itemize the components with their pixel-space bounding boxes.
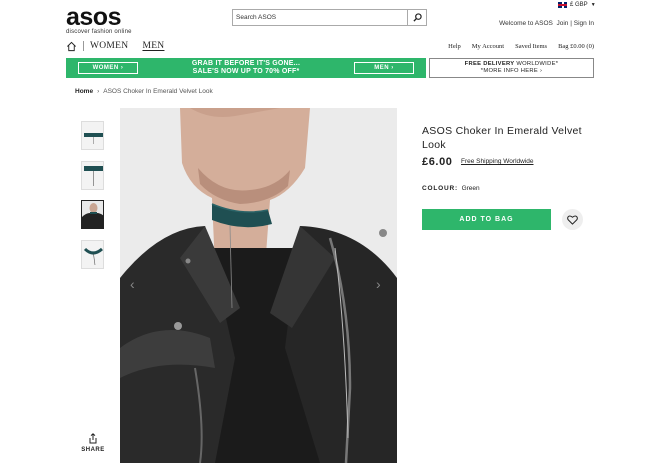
- free-delivery-banner[interactable]: FREE DELIVERY WORLDWIDE* *MORE INFO HERE…: [429, 58, 594, 78]
- product-title: ASOS Choker In Emerald Velvet Look: [422, 125, 582, 151]
- share-label: SHARE: [81, 447, 105, 453]
- uk-flag-icon: [558, 2, 567, 8]
- promo-women-button[interactable]: WOMEN ›: [78, 62, 138, 74]
- nav-women[interactable]: WOMEN: [90, 41, 128, 51]
- thumbnail-2[interactable]: [81, 161, 104, 190]
- help-link[interactable]: Help: [448, 43, 461, 50]
- promo-line-1: GRAB IT BEFORE IT'S GONE...: [191, 60, 301, 67]
- promo-text: GRAB IT BEFORE IT'S GONE... SALE'S NOW U…: [192, 60, 300, 76]
- saved-items-link[interactable]: Saved Items: [515, 43, 547, 50]
- search-icon: [412, 13, 422, 22]
- heart-icon: [567, 215, 578, 225]
- free-shipping-link[interactable]: Free Shipping Worldwide: [461, 158, 534, 165]
- breadcrumb-home[interactable]: Home: [75, 88, 93, 95]
- bag-link[interactable]: Bag £0.00 (0): [558, 43, 594, 50]
- previous-image-arrow-icon[interactable]: ‹: [130, 276, 135, 292]
- model-thumbnail-image: [82, 201, 103, 228]
- product-price: £6.00: [422, 156, 453, 168]
- delivery-bold: FREE DELIVERY: [464, 61, 515, 67]
- promo-line-2: SALE'S NOW UP TO 70% OFF*: [192, 68, 300, 75]
- product-thumbnail-image: [82, 241, 103, 268]
- delivery-line-1: FREE DELIVERY WORLDWIDE*: [430, 61, 593, 68]
- currency-label: £ GBP: [570, 2, 588, 8]
- main-product-image[interactable]: ‹ ›: [120, 108, 397, 463]
- colour-label: COLOUR:: [422, 185, 458, 192]
- asos-logo[interactable]: asos discover fashion online: [66, 3, 132, 36]
- search-button[interactable]: [407, 10, 426, 25]
- product-thumbnail-image: [82, 122, 103, 149]
- join-link[interactable]: Join: [556, 20, 568, 27]
- nav-divider: [83, 41, 84, 51]
- search-bar: [232, 9, 427, 26]
- nav-men[interactable]: MEN: [142, 41, 164, 51]
- promo-men-button[interactable]: MEN ›: [354, 62, 414, 74]
- breadcrumb-current: ASOS Choker In Emerald Velvet Look: [103, 88, 213, 95]
- thumbnail-1[interactable]: [81, 121, 104, 150]
- caret-down-icon: ▼: [590, 2, 596, 8]
- breadcrumb-separator: ›: [97, 88, 100, 95]
- colour-info: COLOUR: Green: [422, 185, 480, 192]
- logo-wordmark: asos: [66, 3, 121, 31]
- model-wearing-choker-image: [120, 108, 397, 463]
- main-nav: WOMEN MEN: [66, 39, 178, 53]
- account-separator: |: [570, 20, 572, 27]
- welcome-text: Welcome to ASOS: [499, 20, 553, 27]
- colour-value: Green: [461, 185, 480, 192]
- save-for-later-button[interactable]: [562, 209, 583, 230]
- product-thumbnail-image: [82, 162, 103, 189]
- search-input[interactable]: [233, 10, 407, 25]
- my-account-link[interactable]: My Account: [472, 43, 504, 50]
- promo-banner[interactable]: WOMEN › GRAB IT BEFORE IT'S GONE... SALE…: [66, 58, 426, 78]
- share-icon: [89, 433, 97, 444]
- thumbnail-4[interactable]: [81, 240, 104, 269]
- currency-selector[interactable]: £ GBP ▼: [558, 2, 596, 8]
- thumbnail-3-selected[interactable]: [81, 200, 104, 229]
- add-to-bag-button[interactable]: ADD TO BAG: [422, 209, 551, 230]
- account-links: Welcome to ASOS Join | Sign In: [499, 20, 594, 27]
- sign-in-link[interactable]: Sign In: [574, 20, 594, 27]
- share-button[interactable]: SHARE: [81, 433, 105, 453]
- delivery-rest: WORLDWIDE*: [514, 61, 559, 67]
- home-icon[interactable]: [66, 41, 77, 52]
- utility-links: Help My Account Saved Items Bag £0.00 (0…: [448, 43, 594, 50]
- delivery-more-info[interactable]: *MORE INFO HERE ›: [430, 68, 593, 75]
- next-image-arrow-icon[interactable]: ›: [376, 276, 381, 292]
- logo-tagline: discover fashion online: [66, 29, 132, 35]
- breadcrumb: Home › ASOS Choker In Emerald Velvet Loo…: [75, 88, 213, 95]
